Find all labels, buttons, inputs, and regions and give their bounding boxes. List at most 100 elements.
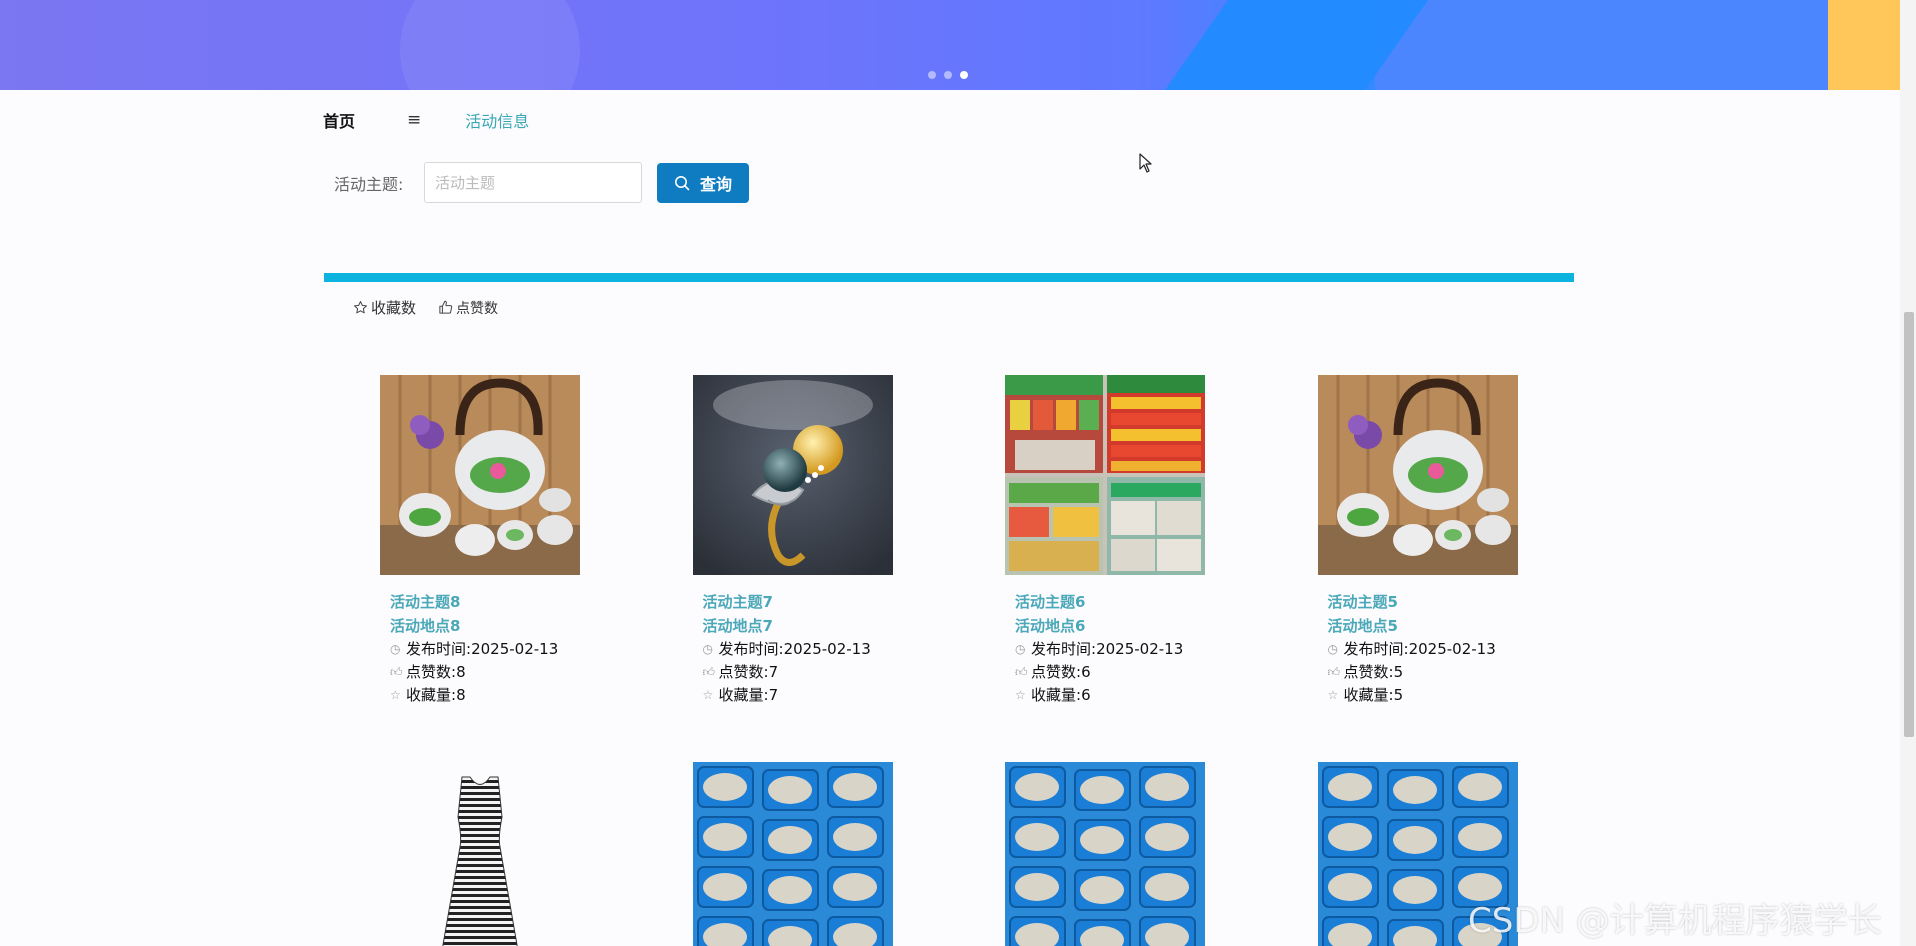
meta-label: 发布时间:: [718, 640, 784, 658]
card-publish-date: ◷ 发布时间: 2025-02-13: [1015, 638, 1205, 661]
activity-card[interactable]: [692, 762, 893, 946]
search-input[interactable]: [424, 162, 642, 203]
meta-value: 8: [456, 686, 466, 704]
clock-icon: ◷: [1327, 642, 1338, 656]
card-image-fish-trays[interactable]: [1005, 762, 1205, 946]
meta-value: 7: [768, 686, 779, 704]
card-image-striped-dress[interactable]: [380, 762, 580, 946]
sort-by-favorites[interactable]: 收藏数: [353, 297, 416, 318]
clock-icon: ◷: [1015, 642, 1026, 656]
card-publish-date: ◷ 发布时间: 2025-02-13: [703, 638, 893, 661]
card-favorites: ☆ 收藏量: 8: [390, 684, 580, 707]
teapot-set-image: [380, 375, 580, 575]
fish-trays-image: [1005, 762, 1205, 946]
fish-trays-image: [692, 762, 893, 946]
meta-label: 收藏量:: [1031, 686, 1082, 704]
activity-card[interactable]: [1005, 762, 1205, 946]
search-icon: [674, 175, 690, 190]
card-publish-date: ◷ 发布时间: 2025-02-13: [1328, 638, 1518, 661]
breadcrumb-current: 活动信息: [465, 112, 530, 131]
meta-value: 2025-02-13: [1408, 640, 1496, 658]
watermark: CSDN @计算机程序猿学长: [1468, 901, 1882, 941]
card-title[interactable]: 活动主题6: [1015, 590, 1205, 614]
banner-decoration: [400, 0, 580, 90]
striped-dress-image: [380, 762, 580, 946]
activity-card[interactable]: 活动主题8 活动地点8 ◷ 发布时间: 2025-02-13 👍︎ 点赞数: 8…: [380, 375, 580, 707]
meta-label: 收藏量:: [406, 686, 457, 704]
meta-label: 收藏量:: [718, 686, 769, 704]
meta-label: 点赞数:: [406, 663, 457, 681]
card-place: 活动地点6: [1015, 617, 1086, 635]
sort-by-likes[interactable]: 点赞数: [438, 297, 498, 318]
meta-label: 点赞数:: [1343, 663, 1394, 681]
carousel-indicators: [928, 71, 968, 79]
banner-decoration: [1828, 0, 1900, 90]
teapot-set-image: [1317, 375, 1518, 575]
breadcrumb-home[interactable]: 首页: [323, 108, 355, 132]
card-image-pearl-ring[interactable]: [692, 375, 893, 575]
meta-value: 5: [1393, 663, 1404, 681]
card-image-fish-trays[interactable]: [692, 762, 893, 946]
thumbs-up-icon: [439, 300, 453, 314]
sort-favorites-label: 收藏数: [371, 299, 417, 317]
card-likes: 👍︎ 点赞数: 5: [1328, 661, 1518, 684]
card-place: 活动地点8: [390, 617, 461, 635]
star-icon: ☆: [1327, 688, 1339, 702]
page-scrollbar[interactable]: [1900, 0, 1916, 946]
card-image-teapot-set[interactable]: [1317, 375, 1518, 575]
meta-value: 2025-02-13: [471, 640, 559, 658]
activity-card[interactable]: 活动主题6 活动地点6 ◷ 发布时间: 2025-02-13 👍︎ 点赞数: 6…: [1005, 375, 1205, 707]
carousel-dot[interactable]: [944, 71, 952, 79]
card-title[interactable]: 活动主题8: [390, 590, 580, 614]
scrollbar-thumb[interactable]: [1904, 312, 1914, 737]
thumbs-up-icon: 👍︎: [390, 665, 403, 679]
meta-label: 点赞数:: [1031, 663, 1082, 681]
meta-value: 2025-02-13: [783, 640, 871, 658]
card-likes: 👍︎ 点赞数: 8: [390, 661, 580, 684]
star-icon: [354, 301, 367, 314]
carousel-dot-active[interactable]: [960, 71, 968, 79]
star-icon: ☆: [390, 688, 401, 702]
card-publish-date: ◷ 发布时间: 2025-02-13: [390, 638, 580, 661]
carousel-dot[interactable]: [928, 71, 936, 79]
activity-card[interactable]: [380, 762, 580, 946]
banner-carousel[interactable]: [0, 0, 1900, 90]
card-title[interactable]: 活动主题7: [703, 590, 893, 614]
thumbs-up-icon: 👍︎: [702, 665, 716, 679]
activity-card[interactable]: 活动主题7 活动地点7 ◷ 发布时间: 2025-02-13 👍︎ 点赞数: 7…: [692, 375, 893, 707]
card-title[interactable]: 活动主题5: [1328, 590, 1518, 614]
meta-value: 5: [1393, 686, 1404, 704]
card-image-teapot-set[interactable]: [380, 375, 580, 575]
activity-grid: 活动主题8 活动地点8 ◷ 发布时间: 2025-02-13 👍︎ 点赞数: 8…: [380, 375, 1520, 946]
search-form: 活动主题: 查询: [334, 162, 749, 203]
card-place: 活动地点7: [702, 617, 773, 635]
thumbs-up-icon: 👍︎: [1327, 665, 1341, 679]
meta-value: 8: [456, 663, 466, 681]
search-button[interactable]: 查询: [657, 162, 749, 203]
meta-value: 6: [1081, 663, 1091, 681]
card-image-supermarket-shelves[interactable]: [1005, 375, 1205, 575]
meta-label: 发布时间:: [406, 640, 472, 658]
mouse-cursor-icon: [1139, 153, 1152, 173]
supermarket-shelves-image: [1005, 375, 1205, 575]
card-likes: 👍︎ 点赞数: 7: [703, 661, 893, 684]
menu-icon: ≡: [407, 110, 422, 130]
meta-label: 收藏量:: [1343, 686, 1394, 704]
clock-icon: ◷: [390, 642, 401, 656]
breadcrumb: 首页 ≡ 活动信息: [323, 108, 529, 132]
clock-icon: ◷: [702, 642, 713, 656]
banner-decoration: [1375, 0, 1825, 90]
card-likes: 👍︎ 点赞数: 6: [1015, 661, 1205, 684]
thumbs-up-icon: 👍︎: [1015, 665, 1028, 679]
card-favorites: ☆ 收藏量: 5: [1328, 684, 1518, 707]
card-place: 活动地点5: [1327, 617, 1398, 635]
meta-label: 发布时间:: [1343, 640, 1409, 658]
meta-value: 2025-02-13: [1096, 640, 1184, 658]
sort-likes-label: 点赞数: [456, 300, 499, 317]
section-divider: [324, 273, 1574, 282]
meta-label: 发布时间:: [1031, 640, 1097, 658]
activity-card[interactable]: 活动主题5 活动地点5 ◷ 发布时间: 2025-02-13 👍︎ 点赞数: 5…: [1317, 375, 1518, 707]
card-favorites: ☆ 收藏量: 7: [703, 684, 893, 707]
pearl-ring-image: [692, 375, 893, 575]
card-favorites: ☆ 收藏量: 6: [1015, 684, 1205, 707]
